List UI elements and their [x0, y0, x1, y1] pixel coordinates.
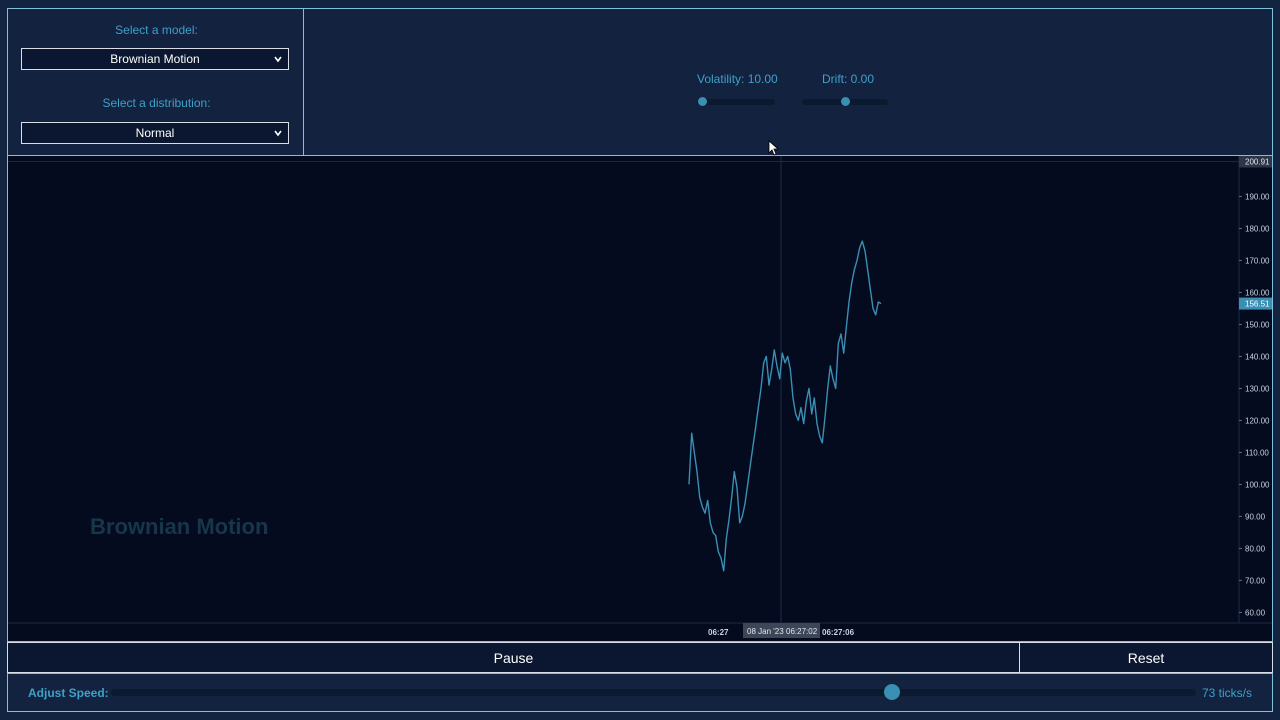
y-tick-label: 110.00: [1245, 448, 1269, 457]
volatility-slider-thumb[interactable]: [698, 97, 707, 106]
crosshair-time-label: 06:27:02: [786, 627, 818, 636]
y-tick-label: 160.00: [1245, 288, 1270, 297]
chevron-down-icon: [274, 56, 282, 63]
reset-button[interactable]: Reset: [1019, 642, 1273, 673]
y-tick-label: 60.00: [1245, 608, 1266, 617]
y-tick-label: 120.00: [1245, 416, 1270, 425]
model-controls-panel: Select a model: Brownian Motion Select a…: [7, 8, 304, 156]
parameter-panel: Volatility: 10.00 Drift: 0.00: [303, 8, 1273, 156]
y-tick-label: 70.00: [1245, 576, 1266, 585]
chart-panel[interactable]: Brownian Motion 60.00 70.00 80.00 90.00 100.…: [7, 155, 1273, 642]
y-tick-label: 90.00: [1245, 512, 1266, 521]
speed-label: Adjust Speed:: [28, 686, 109, 700]
mouse-cursor-icon: [768, 140, 778, 156]
drift-label: Drift: 0.00: [822, 72, 875, 86]
distribution-select[interactable]: Normal: [21, 122, 289, 144]
speed-control: Adjust Speed: 73 ticks/s: [7, 673, 1273, 712]
y-tick-label: 80.00: [1245, 544, 1266, 553]
high-price-label: 200.91: [1245, 157, 1270, 166]
model-select[interactable]: Brownian Motion: [21, 48, 289, 70]
y-tick-label: 100.00: [1245, 480, 1270, 489]
speed-slider-thumb[interactable]: [884, 684, 901, 700]
y-tick-label: 130.00: [1245, 384, 1270, 393]
pause-button[interactable]: Pause: [7, 642, 1020, 673]
y-tick-label: 150.00: [1245, 320, 1270, 329]
chevron-down-icon: [274, 130, 282, 137]
drift-slider-thumb[interactable]: [841, 97, 850, 106]
model-label: Select a model:: [115, 23, 198, 37]
volatility-slider[interactable]: [697, 97, 775, 106]
distribution-label: Select a distribution:: [102, 96, 211, 110]
x-tick-label: 06:27: [708, 628, 729, 637]
speed-slider[interactable]: [111, 689, 1196, 696]
crosshair-date-label: 08 Jan '23: [747, 627, 784, 636]
volatility-label: Volatility: 10.00: [697, 72, 778, 86]
drift-slider[interactable]: [802, 97, 888, 106]
y-tick-label: 190.00: [1245, 192, 1270, 201]
distribution-select-value: Normal: [135, 126, 175, 140]
x-tick-label: 06:27:06: [822, 628, 855, 637]
model-select-value: Brownian Motion: [110, 52, 200, 66]
price-series-line: [688, 240, 882, 572]
y-tick-label: 170.00: [1245, 256, 1270, 265]
price-chart[interactable]: 60.00 70.00 80.00 90.00 100.00 110.00 120.00 13…: [8, 156, 1272, 641]
playback-buttons: Pause Reset: [7, 642, 1273, 673]
y-tick-label: 140.00: [1245, 352, 1270, 361]
last-price-label: 156.51: [1245, 300, 1270, 309]
speed-value: 73 ticks/s: [1201, 686, 1252, 700]
y-tick-label: 180.00: [1245, 224, 1270, 233]
